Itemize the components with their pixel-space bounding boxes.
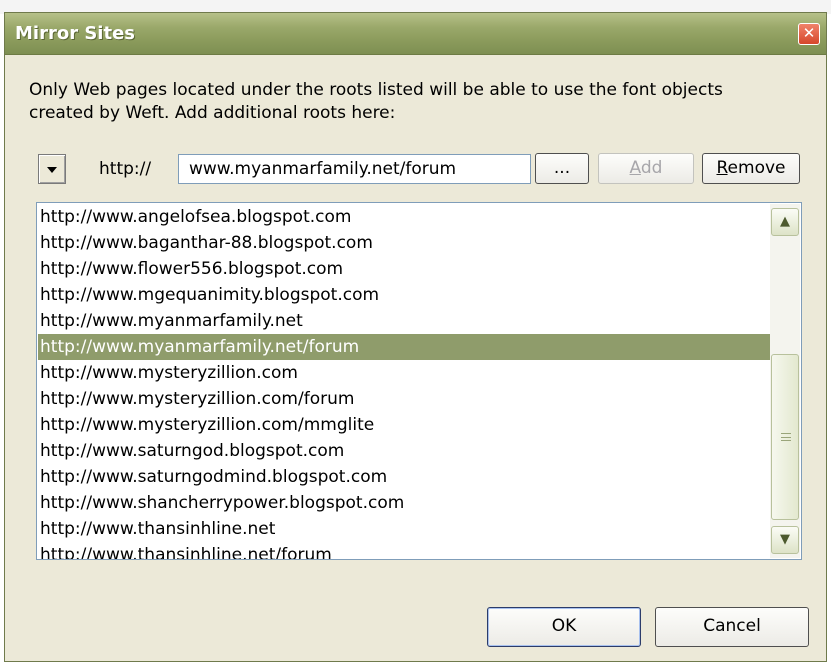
chevron-up-icon: ▲ [780,214,790,229]
description-text: Only Web pages located under the roots l… [29,80,723,123]
close-icon: ✕ [802,24,816,42]
roots-list-items: http://www.angelofsea.blogspot.com http:/… [38,204,771,559]
list-item[interactable]: http://www.mysteryzillion.com/forum [38,386,771,412]
chevron-down-icon [47,167,57,173]
cancel-button[interactable]: Cancel [655,607,809,647]
scroll-up-button[interactable]: ▲ [771,208,799,236]
url-input[interactable] [178,154,531,184]
list-item[interactable]: http://www.angelofsea.blogspot.com [38,204,771,230]
list-item[interactable]: http://www.myanmarfamily.net [38,308,771,334]
list-item[interactable]: http://www.thansinhline.net/forum [38,542,771,559]
remove-accelerator: R [716,158,728,178]
chevron-down-icon: ▼ [780,532,790,547]
list-item[interactable]: http://www.mysteryzillion.com/mmglite [38,412,771,438]
list-item[interactable]: http://www.thansinhline.net [38,516,771,542]
list-item[interactable]: http://www.baganthar-88.blogspot.com [38,230,771,256]
remove-button[interactable]: Remove [702,153,800,184]
browse-button[interactable]: ... [535,153,589,184]
add-accelerator: A [629,158,641,178]
list-item[interactable]: http://www.mysteryzillion.com [38,360,771,386]
list-item[interactable]: http://www.saturngod.blogspot.com [38,438,771,464]
list-item[interactable]: http://www.flower556.blogspot.com [38,256,771,282]
close-button[interactable]: ✕ [798,23,820,45]
ok-button[interactable]: OK [487,607,641,647]
remove-label-rest: emove [727,158,786,178]
roots-list[interactable]: http://www.angelofsea.blogspot.com http:/… [36,202,802,560]
add-button[interactable]: Add [598,153,694,184]
list-item[interactable]: http://www.shancherrypower.blogspot.com [38,490,771,516]
window-title: Mirror Sites [15,23,136,44]
list-item[interactable]: http://www.myanmarfamily.net/forum [38,334,771,360]
vertical-scrollbar[interactable]: ▲ ▼ [770,204,800,558]
mirror-sites-dialog: Mirror Sites ✕ Only Web pages located un… [4,12,827,662]
add-label-rest: dd [640,158,663,178]
list-item[interactable]: http://www.saturngodmind.blogspot.com [38,464,771,490]
scroll-down-button[interactable]: ▼ [771,526,799,554]
title-bar[interactable]: Mirror Sites ✕ [5,13,826,55]
protocol-dropdown-button[interactable] [38,154,66,184]
scroll-thumb[interactable] [771,354,799,520]
grip-icon [781,433,791,441]
list-item[interactable]: http://www.mgequanimity.blogspot.com [38,282,771,308]
protocol-prefix-label: http:// [99,159,152,179]
